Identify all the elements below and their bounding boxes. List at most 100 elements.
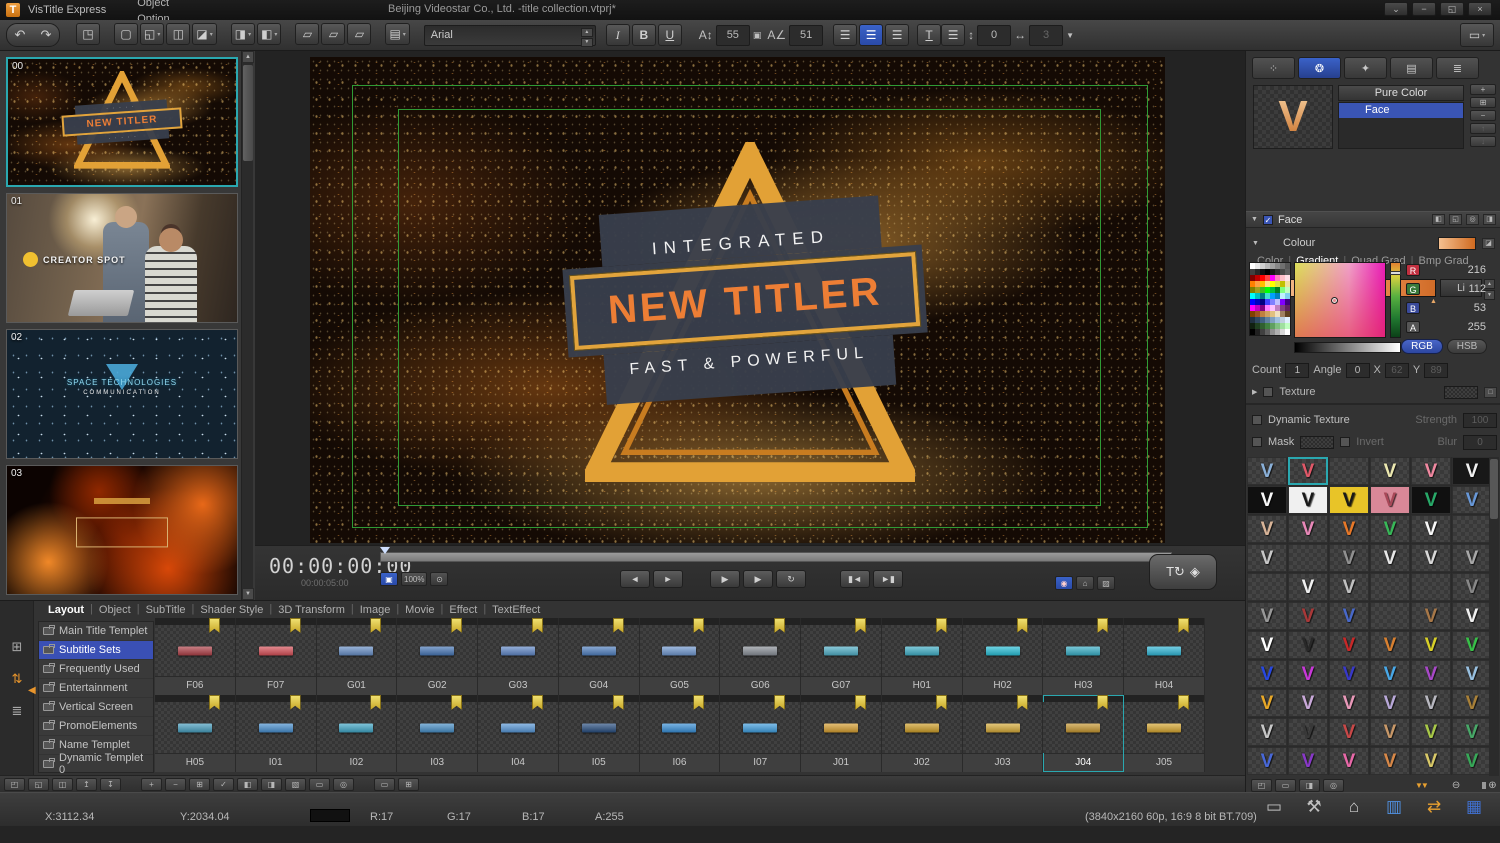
letter-style-swatch[interactable]: V bbox=[1411, 631, 1451, 659]
letter-style-swatch[interactable]: V bbox=[1452, 515, 1492, 543]
zoom-tool[interactable]: ⊙ bbox=[430, 572, 449, 586]
letter-style-swatch[interactable]: V bbox=[1288, 747, 1328, 775]
green-value[interactable]: 112 bbox=[1468, 283, 1498, 295]
strength-value[interactable]: 100 bbox=[1463, 412, 1497, 428]
letter-style-swatch[interactable]: V bbox=[1288, 718, 1328, 746]
add-object-button[interactable]: + bbox=[141, 777, 162, 791]
letter-style-swatch[interactable]: V bbox=[1411, 602, 1451, 630]
letter-style-swatch[interactable]: V bbox=[1411, 544, 1451, 572]
dropdown-arrow-icon[interactable]: ▾ bbox=[248, 31, 251, 38]
panel-manager-icon[interactable]: ▥ bbox=[1382, 797, 1406, 817]
export-button[interactable]: ◧ ▾ bbox=[257, 23, 282, 45]
next-frame-button[interactable]: ► bbox=[653, 570, 683, 588]
align-right-button[interactable]: ☰ bbox=[885, 24, 910, 46]
loop-button[interactable]: ↻ bbox=[776, 570, 806, 588]
add-shader-group-button[interactable]: ⊞ bbox=[1470, 97, 1496, 108]
count-value[interactable]: 1 bbox=[1285, 362, 1310, 378]
letter-style-swatch[interactable]: V bbox=[1411, 660, 1451, 688]
blue-value[interactable]: 53 bbox=[1474, 302, 1498, 314]
alpha-value[interactable]: 255 bbox=[1468, 321, 1498, 333]
library-tab-movie[interactable]: Movie bbox=[399, 603, 440, 617]
lower-object-button[interactable]: ↧ bbox=[100, 777, 121, 791]
letter-style-swatch[interactable]: V bbox=[1329, 660, 1369, 688]
category-entertainment[interactable]: Entertainment bbox=[39, 679, 153, 698]
dropdown-arrow-icon[interactable]: ▾ bbox=[274, 31, 277, 38]
face-section-header[interactable]: ▼ ✓ Face ◧ ◱ ◎ ◨ bbox=[1246, 211, 1500, 228]
title-list-button[interactable]: ▱ bbox=[347, 23, 372, 45]
letter-style-swatch[interactable]: V bbox=[1247, 602, 1287, 630]
template-h03[interactable]: H03 bbox=[1043, 618, 1125, 695]
more-options-dropdown[interactable]: ▼ bbox=[1066, 31, 1074, 40]
template-g05[interactable]: G05 bbox=[639, 618, 721, 695]
library-tab-shader-style[interactable]: Shader Style bbox=[194, 603, 269, 617]
template-g02[interactable]: G02 bbox=[397, 618, 479, 695]
transfer-icon[interactable]: ⇄ bbox=[1422, 797, 1446, 817]
y-value[interactable]: 89 bbox=[1424, 362, 1449, 378]
palette-swatch[interactable] bbox=[1285, 329, 1290, 335]
template-j01[interactable]: J01 bbox=[801, 695, 882, 772]
saturation-value-field[interactable] bbox=[1294, 262, 1386, 338]
template-g03[interactable]: G03 bbox=[478, 618, 559, 695]
letter-style-swatch[interactable]: V bbox=[1329, 718, 1369, 746]
template-j05[interactable]: J05 bbox=[1124, 695, 1205, 772]
collapse-triangle-icon[interactable]: ▼ bbox=[1251, 216, 1258, 223]
go-to-start-button[interactable]: ▮◄ bbox=[840, 570, 870, 588]
letter-style-swatch[interactable]: V bbox=[1452, 747, 1492, 775]
align-objects-button[interactable]: ◰ bbox=[4, 777, 25, 791]
styles-scrollbar[interactable] bbox=[1489, 457, 1499, 776]
letter-style-swatch[interactable]: V bbox=[1370, 718, 1410, 746]
template-h01[interactable]: H01 bbox=[881, 618, 963, 695]
style-delete-button[interactable]: ◨ bbox=[1299, 778, 1320, 792]
rgb-mode-button[interactable]: RGB bbox=[1401, 339, 1443, 354]
line-style-button[interactable]: ☰ bbox=[941, 24, 966, 46]
save-all-button[interactable]: ◪ ▾ bbox=[192, 23, 217, 45]
inspector-tab-effects-wand[interactable]: ✦ bbox=[1344, 57, 1387, 79]
category-main-title-templet[interactable]: Main Title Templet bbox=[39, 622, 153, 641]
letter-style-swatch[interactable]: V bbox=[1411, 515, 1451, 543]
sort-arrows-icon[interactable]: ⇅ bbox=[7, 671, 27, 687]
hsb-mode-button[interactable]: HSB bbox=[1447, 339, 1487, 354]
letter-style-swatch[interactable]: V bbox=[1452, 573, 1492, 601]
line-spacing-value[interactable]: 3 bbox=[1029, 24, 1064, 46]
letter-style-swatch[interactable]: V bbox=[1329, 689, 1369, 717]
close-button[interactable]: × bbox=[1468, 2, 1492, 16]
letter-style-swatch[interactable]: V bbox=[1247, 544, 1287, 572]
output-monitor-button[interactable]: ▭ ▾ bbox=[1460, 23, 1494, 47]
undo-button[interactable]: ↶ bbox=[7, 24, 33, 46]
template-i04[interactable]: I04 bbox=[478, 695, 559, 772]
letter-style-swatch[interactable]: V bbox=[1370, 544, 1410, 572]
letter-style-swatch[interactable]: V bbox=[1329, 544, 1369, 572]
letter-style-swatch[interactable]: V bbox=[1452, 631, 1492, 659]
new-document-button[interactable]: ▢ bbox=[114, 23, 138, 45]
collapse-button[interactable]: ⌄ bbox=[1384, 2, 1408, 16]
letter-style-swatch[interactable]: V bbox=[1247, 486, 1287, 514]
color-picker-dot[interactable] bbox=[1331, 297, 1338, 304]
shader-item-face[interactable]: Face bbox=[1339, 103, 1463, 118]
letter-style-swatch[interactable]: V bbox=[1329, 573, 1369, 601]
letter-style-swatch[interactable]: V bbox=[1329, 747, 1369, 775]
red-value[interactable]: 216 bbox=[1468, 264, 1498, 276]
clips-scrollbar[interactable]: ▲ ▼ bbox=[241, 51, 254, 600]
template-i05[interactable]: I05 bbox=[558, 695, 640, 772]
letter-style-swatch[interactable]: V bbox=[1288, 689, 1328, 717]
letter-style-swatch[interactable]: V bbox=[1452, 660, 1492, 688]
template-j03[interactable]: J03 bbox=[962, 695, 1044, 772]
clip-thumbnail-01[interactable]: 01 CREATOR SPOT bbox=[6, 193, 238, 323]
template-i03[interactable]: I03 bbox=[397, 695, 479, 772]
menu-object[interactable]: Object bbox=[128, 0, 178, 11]
hue-slider[interactable] bbox=[1390, 262, 1401, 338]
template-g06[interactable]: G06 bbox=[720, 618, 802, 695]
letter-style-swatch-selected[interactable]: V bbox=[1288, 457, 1328, 485]
library-tab-3d-transform[interactable]: 3D Transform bbox=[272, 603, 351, 617]
letter-style-swatch[interactable]: V bbox=[1329, 486, 1369, 514]
brightness-bar[interactable] bbox=[1294, 342, 1401, 353]
wrench-tools-icon[interactable]: ⚒ bbox=[1302, 797, 1326, 817]
blur-value[interactable]: 0 bbox=[1463, 434, 1497, 450]
letter-style-swatch[interactable]: V bbox=[1288, 544, 1328, 572]
scrollbar-thumb[interactable] bbox=[243, 65, 253, 161]
letter-style-swatch[interactable]: V bbox=[1247, 457, 1287, 485]
angle-value[interactable]: 0 bbox=[1345, 362, 1370, 378]
zoom-in-icon[interactable]: ⊕ bbox=[1488, 780, 1496, 791]
import-button[interactable]: ◨ ▾ bbox=[230, 23, 256, 45]
category-frequently-used[interactable]: Frequently Used bbox=[39, 660, 153, 679]
